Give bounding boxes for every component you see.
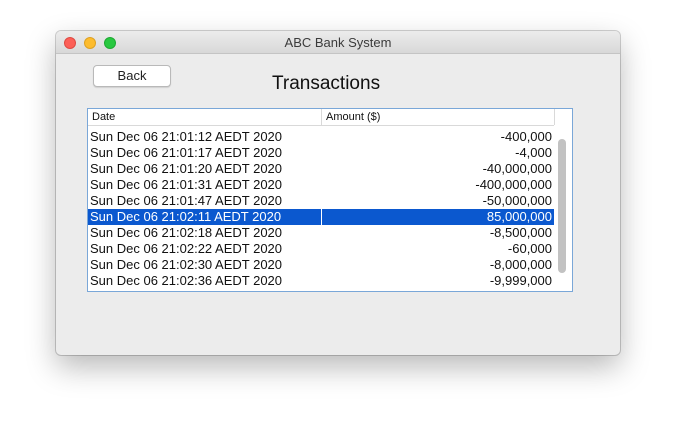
amount-cell: -9,999,000 [489,273,552,288]
table-row[interactable]: Sun Dec 06 21:01:20 AEDT 2020 -40,000,00… [88,161,554,177]
page-title: Transactions [272,73,381,94]
amount-cell: -400,000 [500,129,552,144]
table-row[interactable]: Sun Dec 06 21:01:17 AEDT 2020 -4,000 [88,145,554,161]
date-cell: Sun Dec 06 21:01:17 AEDT 2020 [90,145,283,160]
date-cell: Sun Dec 06 21:02:36 AEDT 2020 [90,273,283,288]
amount-cell: -4,000 [515,145,552,160]
amount-cell: -40,000,000 [482,161,552,176]
amount-cell: -8,000,000 [489,257,552,272]
table-row[interactable]: Sun Dec 06 21:01:12 AEDT 2020 -400,000 [88,129,554,145]
date-cell: Sun Dec 06 21:01:47 AEDT 2020 [90,193,283,208]
table-row[interactable]: Sun Dec 06 21:02:18 AEDT 2020 -8,500,000 [88,225,554,241]
column-divider[interactable] [321,109,322,125]
date-cell: Sun Dec 06 21:02:11 AEDT 2020 [90,209,282,224]
table-row[interactable]: Sun Dec 06 21:01:31 AEDT 2020 -400,000,0… [88,177,554,193]
table-row[interactable]: Sun Dec 06 21:02:30 AEDT 2020 -8,000,000 [88,257,554,273]
table-body: Sun Dec 06 21:01:12 AEDT 2020 -400,000 S… [88,129,554,289]
back-button[interactable]: Back [93,65,171,87]
column-header-date[interactable]: Date [92,111,115,123]
table-row[interactable]: Sun Dec 06 21:02:22 AEDT 2020 -60,000 [88,241,554,257]
date-cell: Sun Dec 06 21:02:22 AEDT 2020 [90,241,283,256]
date-cell: Sun Dec 06 21:01:20 AEDT 2020 [90,161,283,176]
table-row-selected[interactable]: Sun Dec 06 21:02:11 AEDT 2020 85,000,000 [88,209,554,225]
transactions-table[interactable]: Date Amount ($) Sun Dec 06 21:01:12 AEDT… [87,108,573,292]
date-cell: Sun Dec 06 21:02:18 AEDT 2020 [90,225,283,240]
date-cell: Sun Dec 06 21:01:31 AEDT 2020 [90,177,283,192]
column-header-amount[interactable]: Amount ($) [326,111,380,123]
amount-cell: -50,000,000 [482,193,552,208]
column-divider [554,109,555,125]
vertical-scrollbar[interactable] [558,139,566,273]
window-title: ABC Bank System [284,35,392,50]
app-window: ABC Bank System Back Transactions Date A… [56,31,620,355]
amount-cell: -60,000 [507,241,552,256]
column-divider [321,209,322,225]
title-bar[interactable]: ABC Bank System [56,31,620,54]
table-row[interactable]: Sun Dec 06 21:01:47 AEDT 2020 -50,000,00… [88,193,554,209]
table-row[interactable]: Sun Dec 06 21:02:36 AEDT 2020 -9,999,000 [88,273,554,289]
table-header: Date Amount ($) [88,109,555,126]
amount-cell: -8,500,000 [489,225,552,240]
amount-cell: -400,000,000 [475,177,552,192]
date-cell: Sun Dec 06 21:01:12 AEDT 2020 [90,129,283,144]
amount-cell: 85,000,000 [486,209,552,224]
date-cell: Sun Dec 06 21:02:30 AEDT 2020 [90,257,283,272]
